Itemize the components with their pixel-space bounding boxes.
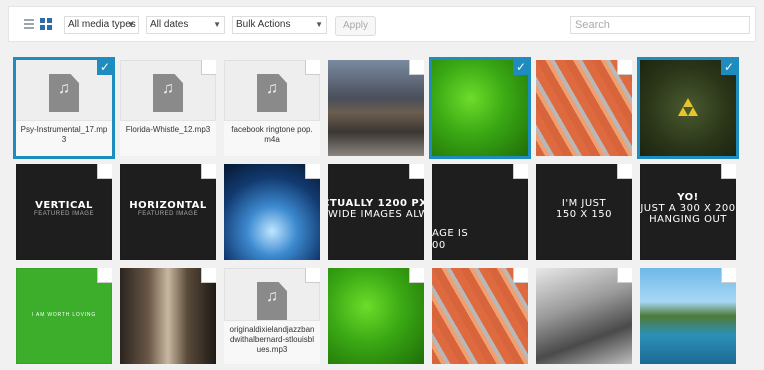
chevron-down-icon: ▼ <box>213 20 221 29</box>
selection-check[interactable] <box>617 164 632 179</box>
thumbnail-text: CTUALLY 1200 PX W <box>328 198 424 209</box>
selection-check[interactable] <box>409 60 424 75</box>
attachment-tile[interactable] <box>536 60 632 156</box>
grid-view-icon[interactable] <box>40 18 52 30</box>
thumbnail-text: AGE IS <box>432 228 469 239</box>
attachment-tile[interactable] <box>640 268 736 364</box>
date-value: All dates <box>150 19 189 30</box>
attachment-tile[interactable]: I AM WORTH LOVING <box>16 268 112 364</box>
attachment-tile[interactable]: CTUALLY 1200 PX W WIDE IMAGES ALW <box>328 164 424 260</box>
selection-check[interactable] <box>97 268 112 283</box>
thumbnail-text: YO! <box>677 192 699 203</box>
attachment-filename: facebook ringtone pop.m4a <box>224 120 320 156</box>
attachment-tile[interactable]: HORIZONTAL FEATURED IMAGE <box>120 164 216 260</box>
thumbnail-text: HORIZONTAL <box>129 200 207 211</box>
media-type-value: All media types <box>68 19 136 30</box>
selection-check[interactable] <box>201 268 216 283</box>
selection-check[interactable] <box>409 268 424 283</box>
attachment-tile[interactable]: I'M JUST 150 X 150 <box>536 164 632 260</box>
attachment-tile[interactable] <box>328 60 424 156</box>
list-view-icon[interactable] <box>23 18 35 30</box>
thumbnail-text: VERTICAL <box>35 200 93 211</box>
music-note-icon: ♫ <box>58 80 70 97</box>
apply-button[interactable]: Apply <box>335 16 376 36</box>
media-type-filter[interactable]: All media types ▼ <box>64 16 139 34</box>
attachment-filename: Florida-Whistle_12.mp3 <box>120 120 216 156</box>
media-toolbar: All media types ▼ All dates ▼ Bulk Actions… <box>8 6 756 42</box>
music-note-icon: ♫ <box>266 80 278 97</box>
attachment-filename: originaldixielandjazzbandwithalbernard-s… <box>224 320 320 364</box>
selection-check[interactable]: ✓ <box>97 60 112 75</box>
triforce-icon <box>678 98 698 116</box>
selection-check[interactable] <box>617 268 632 283</box>
selection-check[interactable] <box>201 60 216 75</box>
selection-check[interactable] <box>513 268 528 283</box>
thumbnail-subtext: FEATURED IMAGE <box>34 211 94 217</box>
selection-check[interactable] <box>721 268 736 283</box>
attachment-tile[interactable] <box>328 268 424 364</box>
attachment-tile[interactable]: ♫ Florida-Whistle_12.mp3 <box>120 60 216 156</box>
thumbnail-subtext: FEATURED IMAGE <box>138 211 198 217</box>
attachment-tile[interactable]: ✓ <box>640 60 736 156</box>
selection-check[interactable] <box>305 268 320 283</box>
selection-check[interactable] <box>305 60 320 75</box>
selection-check[interactable] <box>201 164 216 179</box>
attachment-tile[interactable] <box>224 164 320 260</box>
attachment-tile[interactable]: ✓ <box>432 60 528 156</box>
selection-check[interactable]: ✓ <box>721 60 736 75</box>
bulk-actions-value: Bulk Actions <box>236 19 291 30</box>
selection-check[interactable] <box>409 164 424 179</box>
search-input[interactable]: Search <box>570 16 750 34</box>
attachment-tile[interactable] <box>120 268 216 364</box>
attachment-tile[interactable]: YO! JUST A 300 X 200 HANGING OUT <box>640 164 736 260</box>
date-filter[interactable]: All dates ▼ <box>146 16 225 34</box>
music-note-icon: ♫ <box>162 80 174 97</box>
selection-check[interactable] <box>305 164 320 179</box>
attachment-tile[interactable]: ♫ Psy-Instrumental_17.mp3 ✓ <box>16 60 112 156</box>
chevron-down-icon: ▼ <box>127 20 135 29</box>
attachment-tile[interactable]: AGE IS 00 <box>432 164 528 260</box>
music-note-icon: ♫ <box>266 288 278 305</box>
thumbnail-text: I'M JUST <box>561 198 607 209</box>
bulk-actions-select[interactable]: Bulk Actions ▼ <box>232 16 327 34</box>
thumbnail-text: I AM WORTH LOVING <box>31 312 97 318</box>
attachment-filename: Psy-Instrumental_17.mp3 <box>16 120 112 156</box>
selection-check[interactable]: ✓ <box>513 60 528 75</box>
chevron-down-icon: ▼ <box>315 20 323 29</box>
attachment-tile[interactable] <box>432 268 528 364</box>
thumbnail-subtext: 00 <box>432 240 446 251</box>
selection-check[interactable] <box>513 164 528 179</box>
attachment-tile[interactable] <box>536 268 632 364</box>
attachment-tile[interactable]: ♫ originaldixielandjazzbandwithalbernard… <box>224 268 320 364</box>
selection-check[interactable] <box>617 60 632 75</box>
attachment-tile[interactable]: VERTICAL FEATURED IMAGE <box>16 164 112 260</box>
thumbnail-subtext: HANGING OUT <box>649 214 727 225</box>
thumbnail-subtext: WIDE IMAGES ALW <box>328 209 424 220</box>
selection-check[interactable] <box>97 164 112 179</box>
thumbnail-subtext: 150 X 150 <box>556 209 612 220</box>
attachment-tile[interactable]: ♫ facebook ringtone pop.m4a <box>224 60 320 156</box>
thumbnail-subtext: JUST A 300 X 200 <box>640 203 736 214</box>
selection-check[interactable] <box>721 164 736 179</box>
